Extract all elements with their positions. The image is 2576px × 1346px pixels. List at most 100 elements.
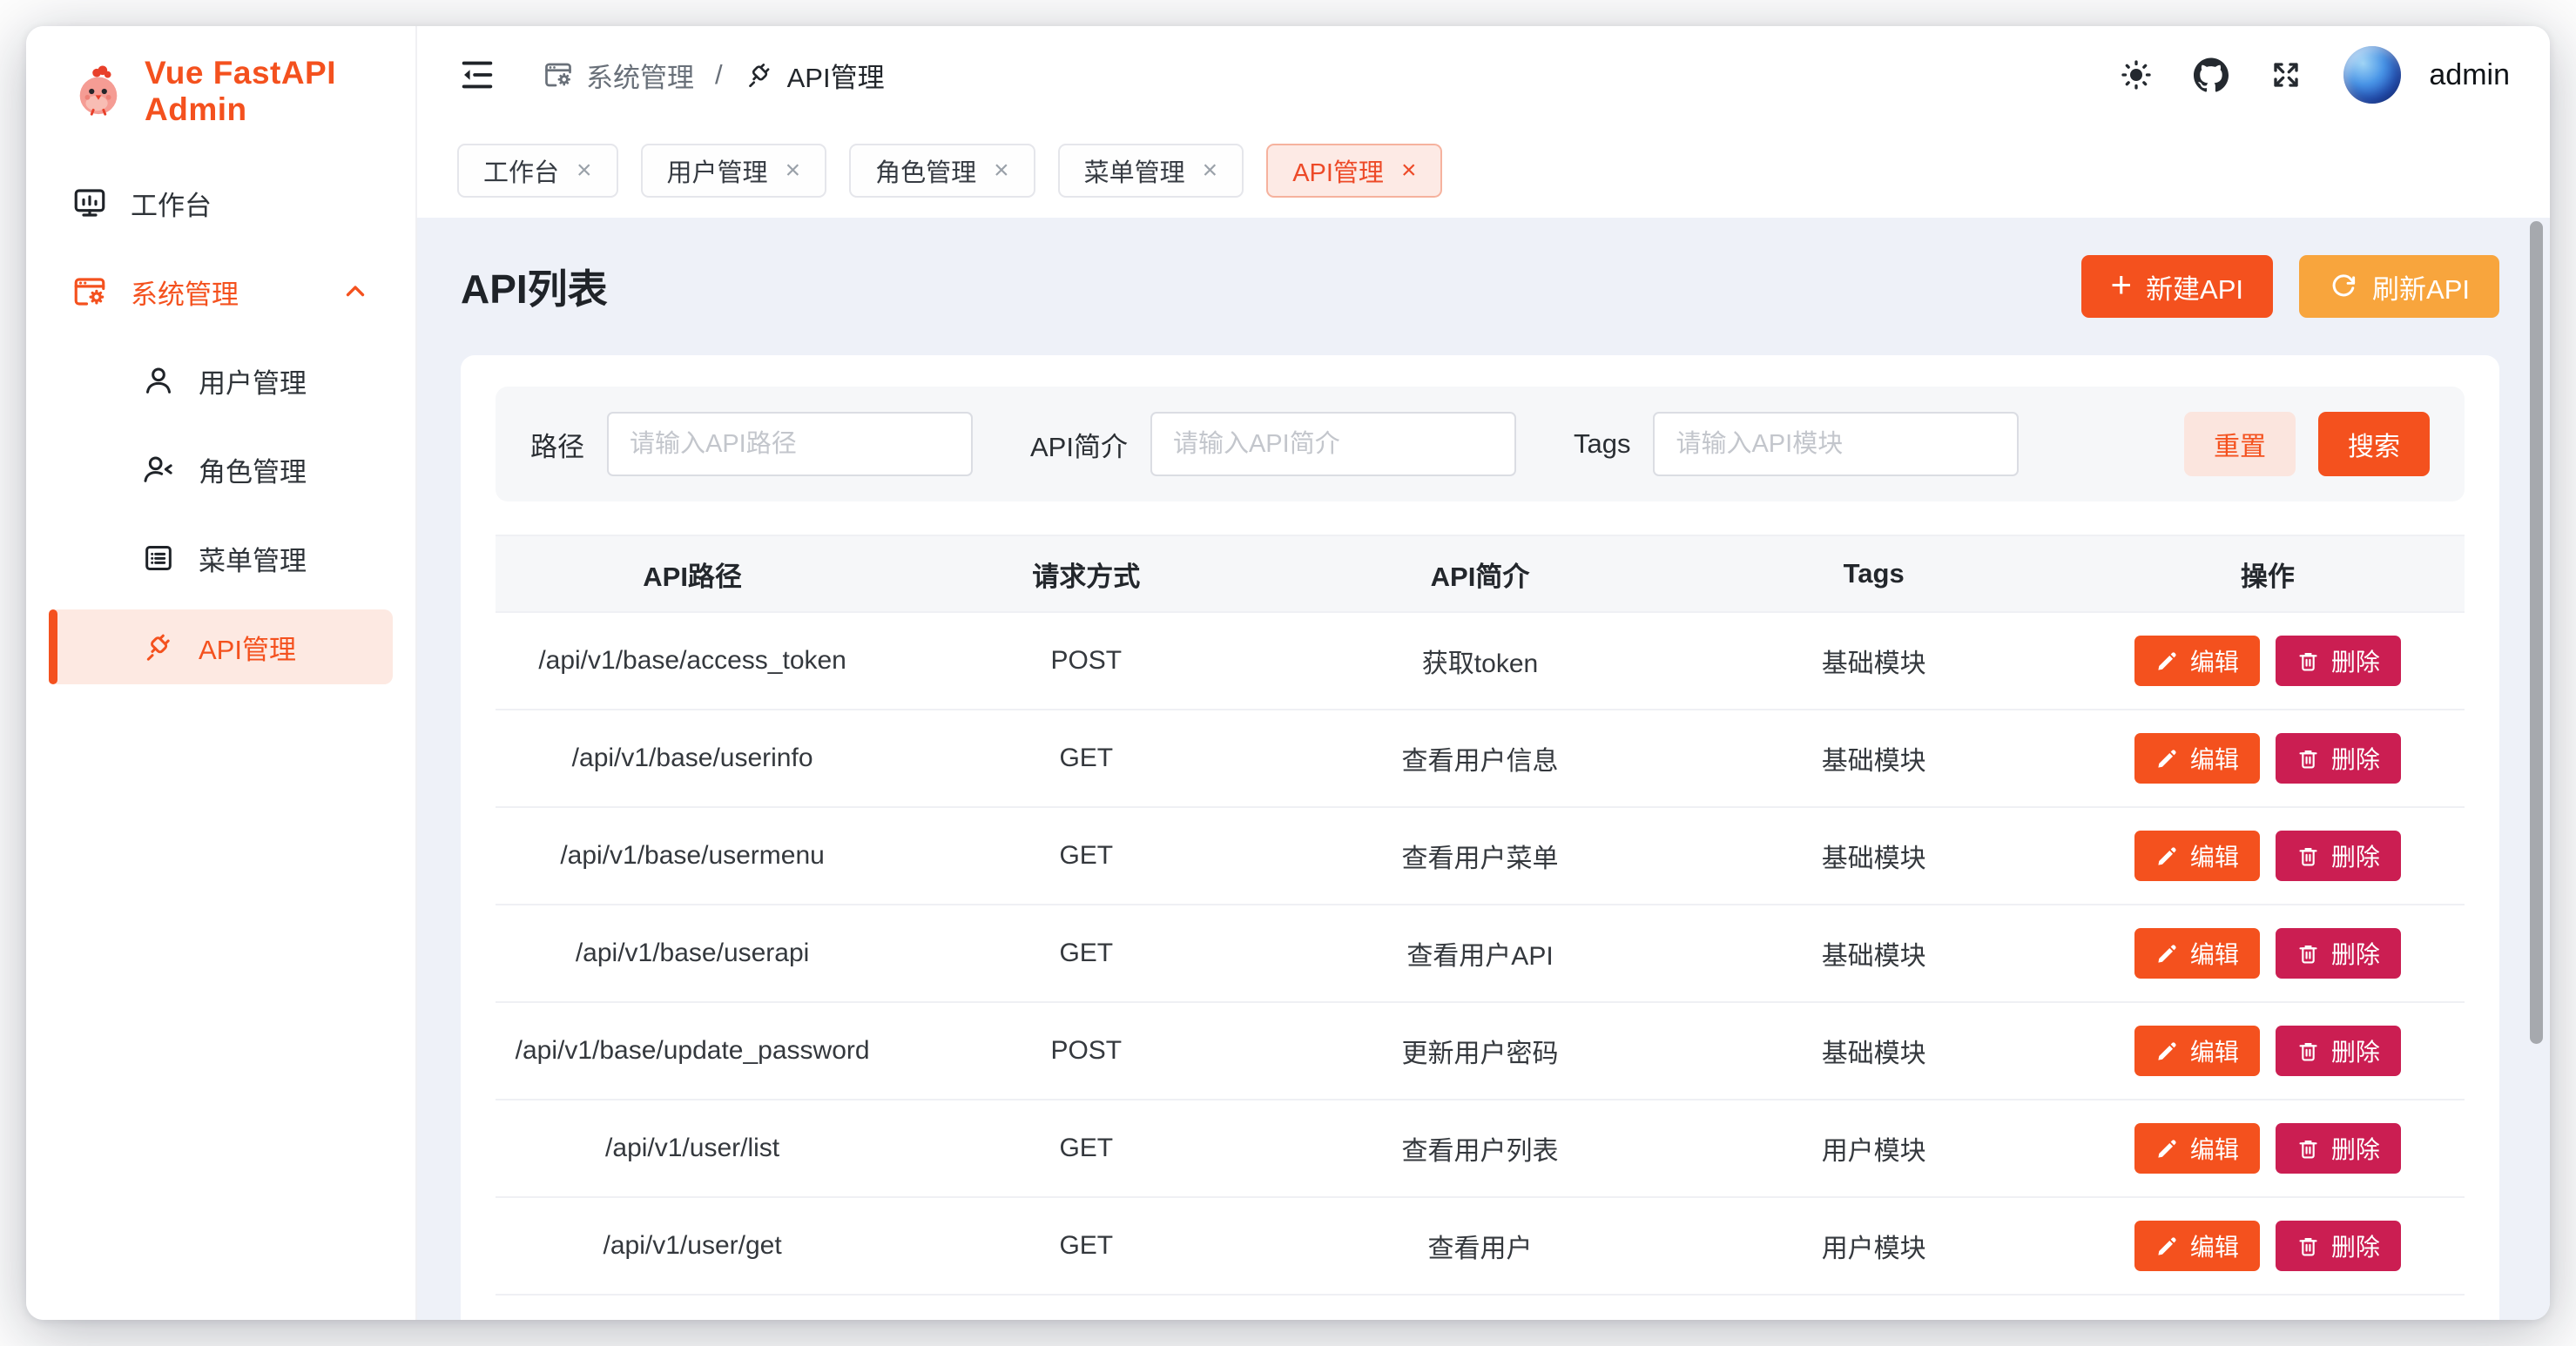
username[interactable]: admin: [2429, 58, 2510, 92]
new-api-button[interactable]: + 新建API: [2081, 255, 2274, 318]
pencil-icon: [2155, 747, 2179, 771]
breadcrumb-system[interactable]: 系统管理: [543, 56, 694, 95]
pencil-icon: [2155, 942, 2179, 966]
table-row: /api/v1/base/access_token POST 获取token 基…: [496, 613, 2465, 710]
github-icon[interactable]: [2194, 57, 2229, 92]
query-bar: 路径 API简介 Tags 重置 搜索: [496, 387, 2465, 501]
table-body: /api/v1/base/access_token POST 获取token 基…: [496, 613, 2465, 1296]
close-icon[interactable]: ×: [786, 158, 801, 184]
sidebar-item-user-management[interactable]: 用户管理: [49, 343, 393, 418]
tab-label: 工作台: [483, 152, 559, 189]
edit-button[interactable]: 编辑: [2134, 1221, 2260, 1271]
trash-icon: [2296, 942, 2320, 966]
vertical-scrollbar[interactable]: [2530, 221, 2543, 1044]
column-header: API简介: [1283, 555, 1676, 594]
breadcrumb: 系统管理 / API管理: [543, 56, 885, 95]
close-icon[interactable]: ×: [1203, 158, 1218, 184]
tags-input[interactable]: [1653, 412, 2019, 476]
workbench-monitor-icon: [71, 185, 108, 221]
tab-user-management[interactable]: 用户管理 ×: [641, 144, 827, 198]
tab-menu-management[interactable]: 菜单管理 ×: [1058, 144, 1244, 198]
api-path-cell: /api/v1/base/usermenu: [496, 841, 889, 871]
breadcrumb-current[interactable]: API管理: [744, 56, 885, 95]
sidebar-item-label: 工作台: [131, 184, 212, 223]
table-row: /api/v1/base/userinfo GET 查看用户信息 基础模块 编辑: [496, 710, 2465, 808]
sidebar-item-system[interactable]: 系统管理: [49, 254, 393, 329]
trash-icon: [2296, 845, 2320, 868]
close-icon[interactable]: ×: [577, 158, 592, 184]
summary-input[interactable]: [1150, 412, 1516, 476]
actions-cell: 编辑 删除: [2071, 733, 2465, 784]
tags-cell: 基础模块: [1677, 642, 2071, 680]
delete-button[interactable]: 删除: [2276, 1221, 2401, 1271]
sidebar-item-menu-management[interactable]: 菜单管理: [49, 521, 393, 596]
close-icon[interactable]: ×: [994, 158, 1009, 184]
edit-button[interactable]: 编辑: [2134, 928, 2260, 979]
table-row: /api/v1/base/usermenu GET 查看用户菜单 基础模块 编辑: [496, 808, 2465, 905]
column-header: API路径: [496, 555, 889, 594]
edit-button[interactable]: 编辑: [2134, 636, 2260, 686]
delete-button[interactable]: 删除: [2276, 928, 2401, 979]
method-cell: GET: [889, 1134, 1283, 1163]
delete-button[interactable]: 删除: [2276, 831, 2401, 881]
column-header: 请求方式: [889, 555, 1283, 594]
close-icon[interactable]: ×: [1401, 158, 1417, 184]
method-cell: POST: [889, 646, 1283, 676]
delete-button[interactable]: 删除: [2276, 1123, 2401, 1174]
trash-icon: [2296, 1137, 2320, 1161]
sidebar-item-label: API管理: [199, 628, 296, 667]
api-path-cell: /api/v1/user/get: [496, 1231, 889, 1261]
api-path-cell: /api/v1/base/access_token: [496, 646, 889, 676]
summary-cell: 查看用户菜单: [1283, 837, 1676, 875]
menu-list-icon: [141, 541, 176, 575]
actions-cell: 编辑 删除: [2071, 831, 2465, 881]
breadcrumb-separator: /: [710, 59, 728, 91]
reset-button[interactable]: 重置: [2184, 412, 2296, 476]
tab-workbench[interactable]: 工作台 ×: [457, 144, 618, 198]
edit-button[interactable]: 编辑: [2134, 1123, 2260, 1174]
path-input[interactable]: [607, 412, 973, 476]
edit-button[interactable]: 编辑: [2134, 1026, 2260, 1076]
edit-button[interactable]: 编辑: [2134, 733, 2260, 784]
tab-label: 用户管理: [667, 152, 768, 189]
table-row: /api/v1/base/userapi GET 查看用户API 基础模块 编辑: [496, 905, 2465, 1003]
delete-button[interactable]: 删除: [2276, 636, 2401, 686]
tab-bar: 工作台 × 用户管理 × 角色管理 × 菜单管理 × API管理 ×: [417, 124, 2550, 218]
sidebar-item-api-management[interactable]: API管理: [49, 609, 393, 684]
sidebar-item-workbench[interactable]: 工作台: [49, 165, 393, 240]
top-header: 系统管理 / API管理: [417, 26, 2550, 124]
table-row: /api/v1/base/update_password POST 更新用户密码…: [496, 1003, 2465, 1100]
api-plug-icon: [141, 629, 176, 664]
sidebar-item-label: 系统管理: [131, 273, 239, 312]
delete-button[interactable]: 删除: [2276, 1026, 2401, 1076]
refresh-api-button[interactable]: 刷新API: [2299, 255, 2499, 318]
theme-sun-icon[interactable]: [2119, 57, 2154, 92]
system-browser-gear-icon: [543, 59, 574, 91]
method-cell: POST: [889, 1036, 1283, 1066]
app-logo[interactable]: Vue FastAPI Admin: [26, 26, 415, 157]
search-button[interactable]: 搜索: [2318, 412, 2430, 476]
trash-icon: [2296, 1235, 2320, 1258]
method-cell: GET: [889, 1231, 1283, 1261]
tags-cell: 基础模块: [1677, 1032, 2071, 1070]
tab-api-management[interactable]: API管理 ×: [1266, 144, 1442, 198]
tab-label: 菜单管理: [1084, 152, 1185, 189]
content-header: API列表 + 新建API 刷新API: [461, 218, 2499, 355]
api-path-cell: /api/v1/base/update_password: [496, 1036, 889, 1066]
tags-cell: 用户模块: [1677, 1227, 2071, 1265]
tags-cell: 基础模块: [1677, 739, 2071, 777]
pencil-icon: [2155, 649, 2179, 673]
user-avatar[interactable]: [2343, 46, 2401, 104]
pencil-icon: [2155, 1235, 2179, 1258]
tab-role-management[interactable]: 角色管理 ×: [849, 144, 1035, 198]
sidebar-item-role-management[interactable]: 角色管理: [49, 432, 393, 507]
api-path-cell: /api/v1/base/userinfo: [496, 744, 889, 773]
sidebar-collapse-icon[interactable]: [457, 55, 497, 95]
fullscreen-icon[interactable]: [2269, 57, 2303, 92]
column-header: 操作: [2071, 555, 2465, 594]
edit-button[interactable]: 编辑: [2134, 831, 2260, 881]
role-user-icon: [141, 452, 176, 487]
header-actions: admin: [2119, 46, 2510, 104]
delete-button[interactable]: 删除: [2276, 733, 2401, 784]
column-header: Tags: [1677, 558, 2071, 589]
